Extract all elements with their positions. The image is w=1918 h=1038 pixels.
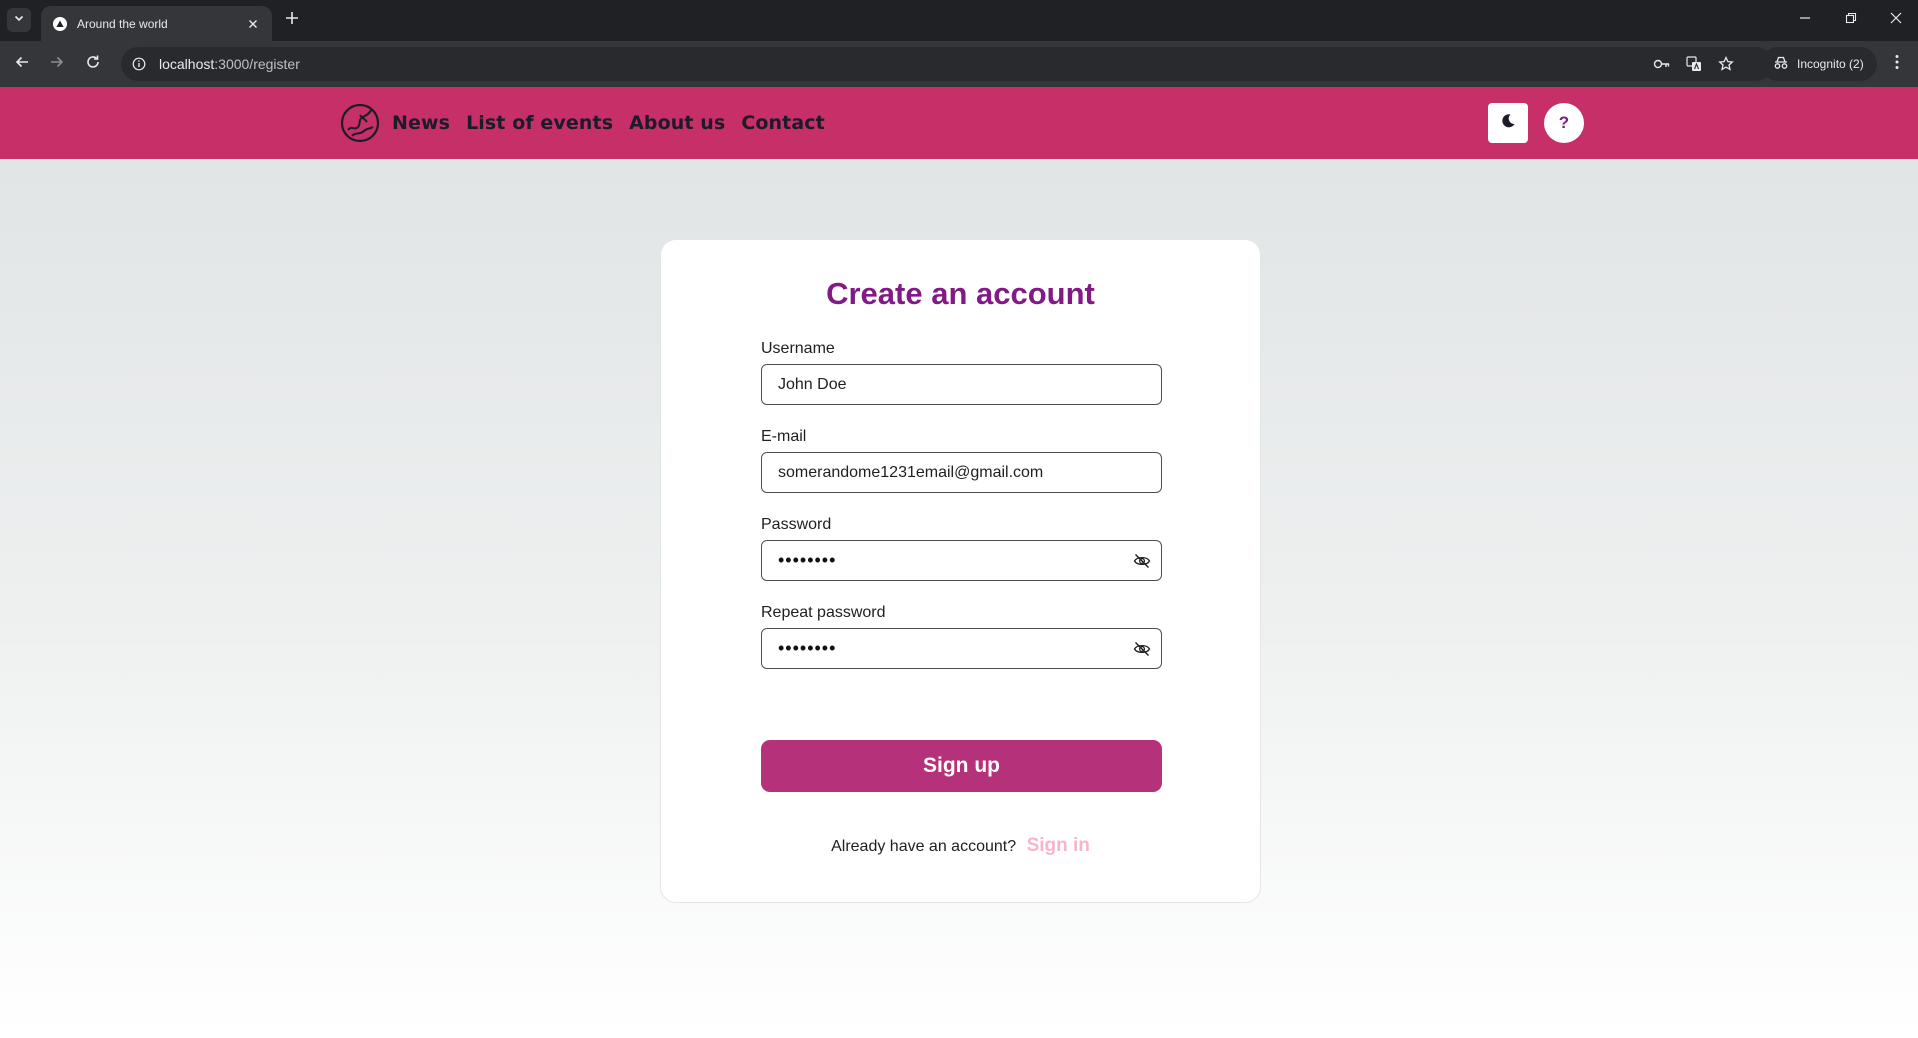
repeat-password-value: •••••••• — [778, 638, 837, 658]
theme-toggle-button[interactable] — [1488, 103, 1528, 143]
username-field[interactable] — [761, 364, 1162, 405]
back-button[interactable] — [10, 52, 34, 76]
password-label: Password — [761, 516, 832, 533]
chevron-down-icon — [13, 11, 25, 29]
eye-slash-icon[interactable] — [1133, 640, 1151, 658]
password-value: •••••••• — [778, 550, 837, 570]
nav-about-us[interactable]: About us — [629, 112, 725, 134]
email-input[interactable] — [778, 463, 1118, 482]
translate-icon[interactable] — [1684, 54, 1704, 74]
url-text: localhost:3000/register — [159, 56, 300, 72]
restore-button[interactable] — [1828, 6, 1874, 34]
browser-toolbar: localhost:3000/register Incognito (2) — [0, 41, 1918, 87]
password-field[interactable]: •••••••• — [761, 540, 1162, 581]
browser-menu-button[interactable] — [1885, 52, 1909, 76]
star-icon[interactable] — [1716, 54, 1736, 74]
username-input[interactable] — [778, 375, 1118, 394]
reload-button[interactable] — [81, 52, 105, 76]
sign-in-link[interactable]: Sign in — [1027, 835, 1090, 856]
help-button[interactable]: ? — [1544, 103, 1584, 143]
incognito-label: Incognito (2) — [1797, 57, 1864, 71]
username-label: Username — [761, 340, 835, 357]
help-label: ? — [1558, 113, 1570, 132]
close-icon[interactable] — [244, 15, 262, 33]
eye-slash-icon[interactable] — [1133, 552, 1151, 570]
repeat-password-label: Repeat password — [761, 604, 886, 621]
nav-contact[interactable]: Contact — [741, 112, 824, 134]
page-viewport: News List of events About us Contact ? C… — [0, 87, 1918, 1038]
main-nav: News List of events About us Contact — [392, 87, 841, 159]
triangle-favicon-icon — [53, 16, 67, 31]
url-host: localhost — [159, 56, 215, 72]
repeat-password-field[interactable]: •••••••• — [761, 628, 1162, 669]
email-field[interactable] — [761, 452, 1162, 493]
plus-icon — [285, 11, 299, 30]
url-path: :3000/register — [214, 56, 300, 72]
email-label: E-mail — [761, 428, 807, 445]
close-icon — [1890, 11, 1902, 29]
close-window-button[interactable] — [1873, 6, 1918, 34]
nav-list-of-events[interactable]: List of events — [466, 112, 613, 134]
moon-icon — [1500, 113, 1516, 134]
browser-tab-active[interactable]: Around the world — [41, 6, 272, 41]
arrow-left-icon — [14, 54, 30, 75]
minimize-button[interactable] — [1782, 6, 1828, 34]
site-info-icon[interactable] — [129, 54, 149, 74]
tab-search-button[interactable] — [7, 8, 31, 32]
incognito-button[interactable]: Incognito (2) — [1761, 47, 1877, 81]
nav-news[interactable]: News — [392, 112, 450, 134]
globe-logo-icon[interactable] — [340, 103, 380, 143]
address-bar[interactable]: localhost:3000/register — [121, 47, 1773, 81]
kebab-menu-icon — [1895, 54, 1899, 75]
site-header: News List of events About us Contact ? — [0, 87, 1918, 159]
forward-button[interactable] — [45, 52, 69, 76]
signin-prompt: Already have an account? Sign in — [661, 835, 1260, 857]
have-account-text: Already have an account? — [831, 838, 1017, 855]
incognito-icon — [1773, 56, 1789, 73]
browser-tabstrip: Around the world — [0, 0, 1918, 41]
new-tab-button[interactable] — [281, 9, 303, 31]
reload-icon — [85, 54, 101, 75]
minimize-icon — [1799, 11, 1811, 29]
restore-icon — [1845, 11, 1857, 29]
register-card: Create an account Username E-mail Passwo… — [660, 239, 1261, 903]
key-icon[interactable] — [1652, 54, 1672, 74]
sign-up-button[interactable]: Sign up — [761, 740, 1162, 792]
arrow-right-icon — [49, 54, 65, 75]
page-title: Create an account — [826, 276, 1095, 311]
tab-title: Around the world — [77, 16, 168, 31]
